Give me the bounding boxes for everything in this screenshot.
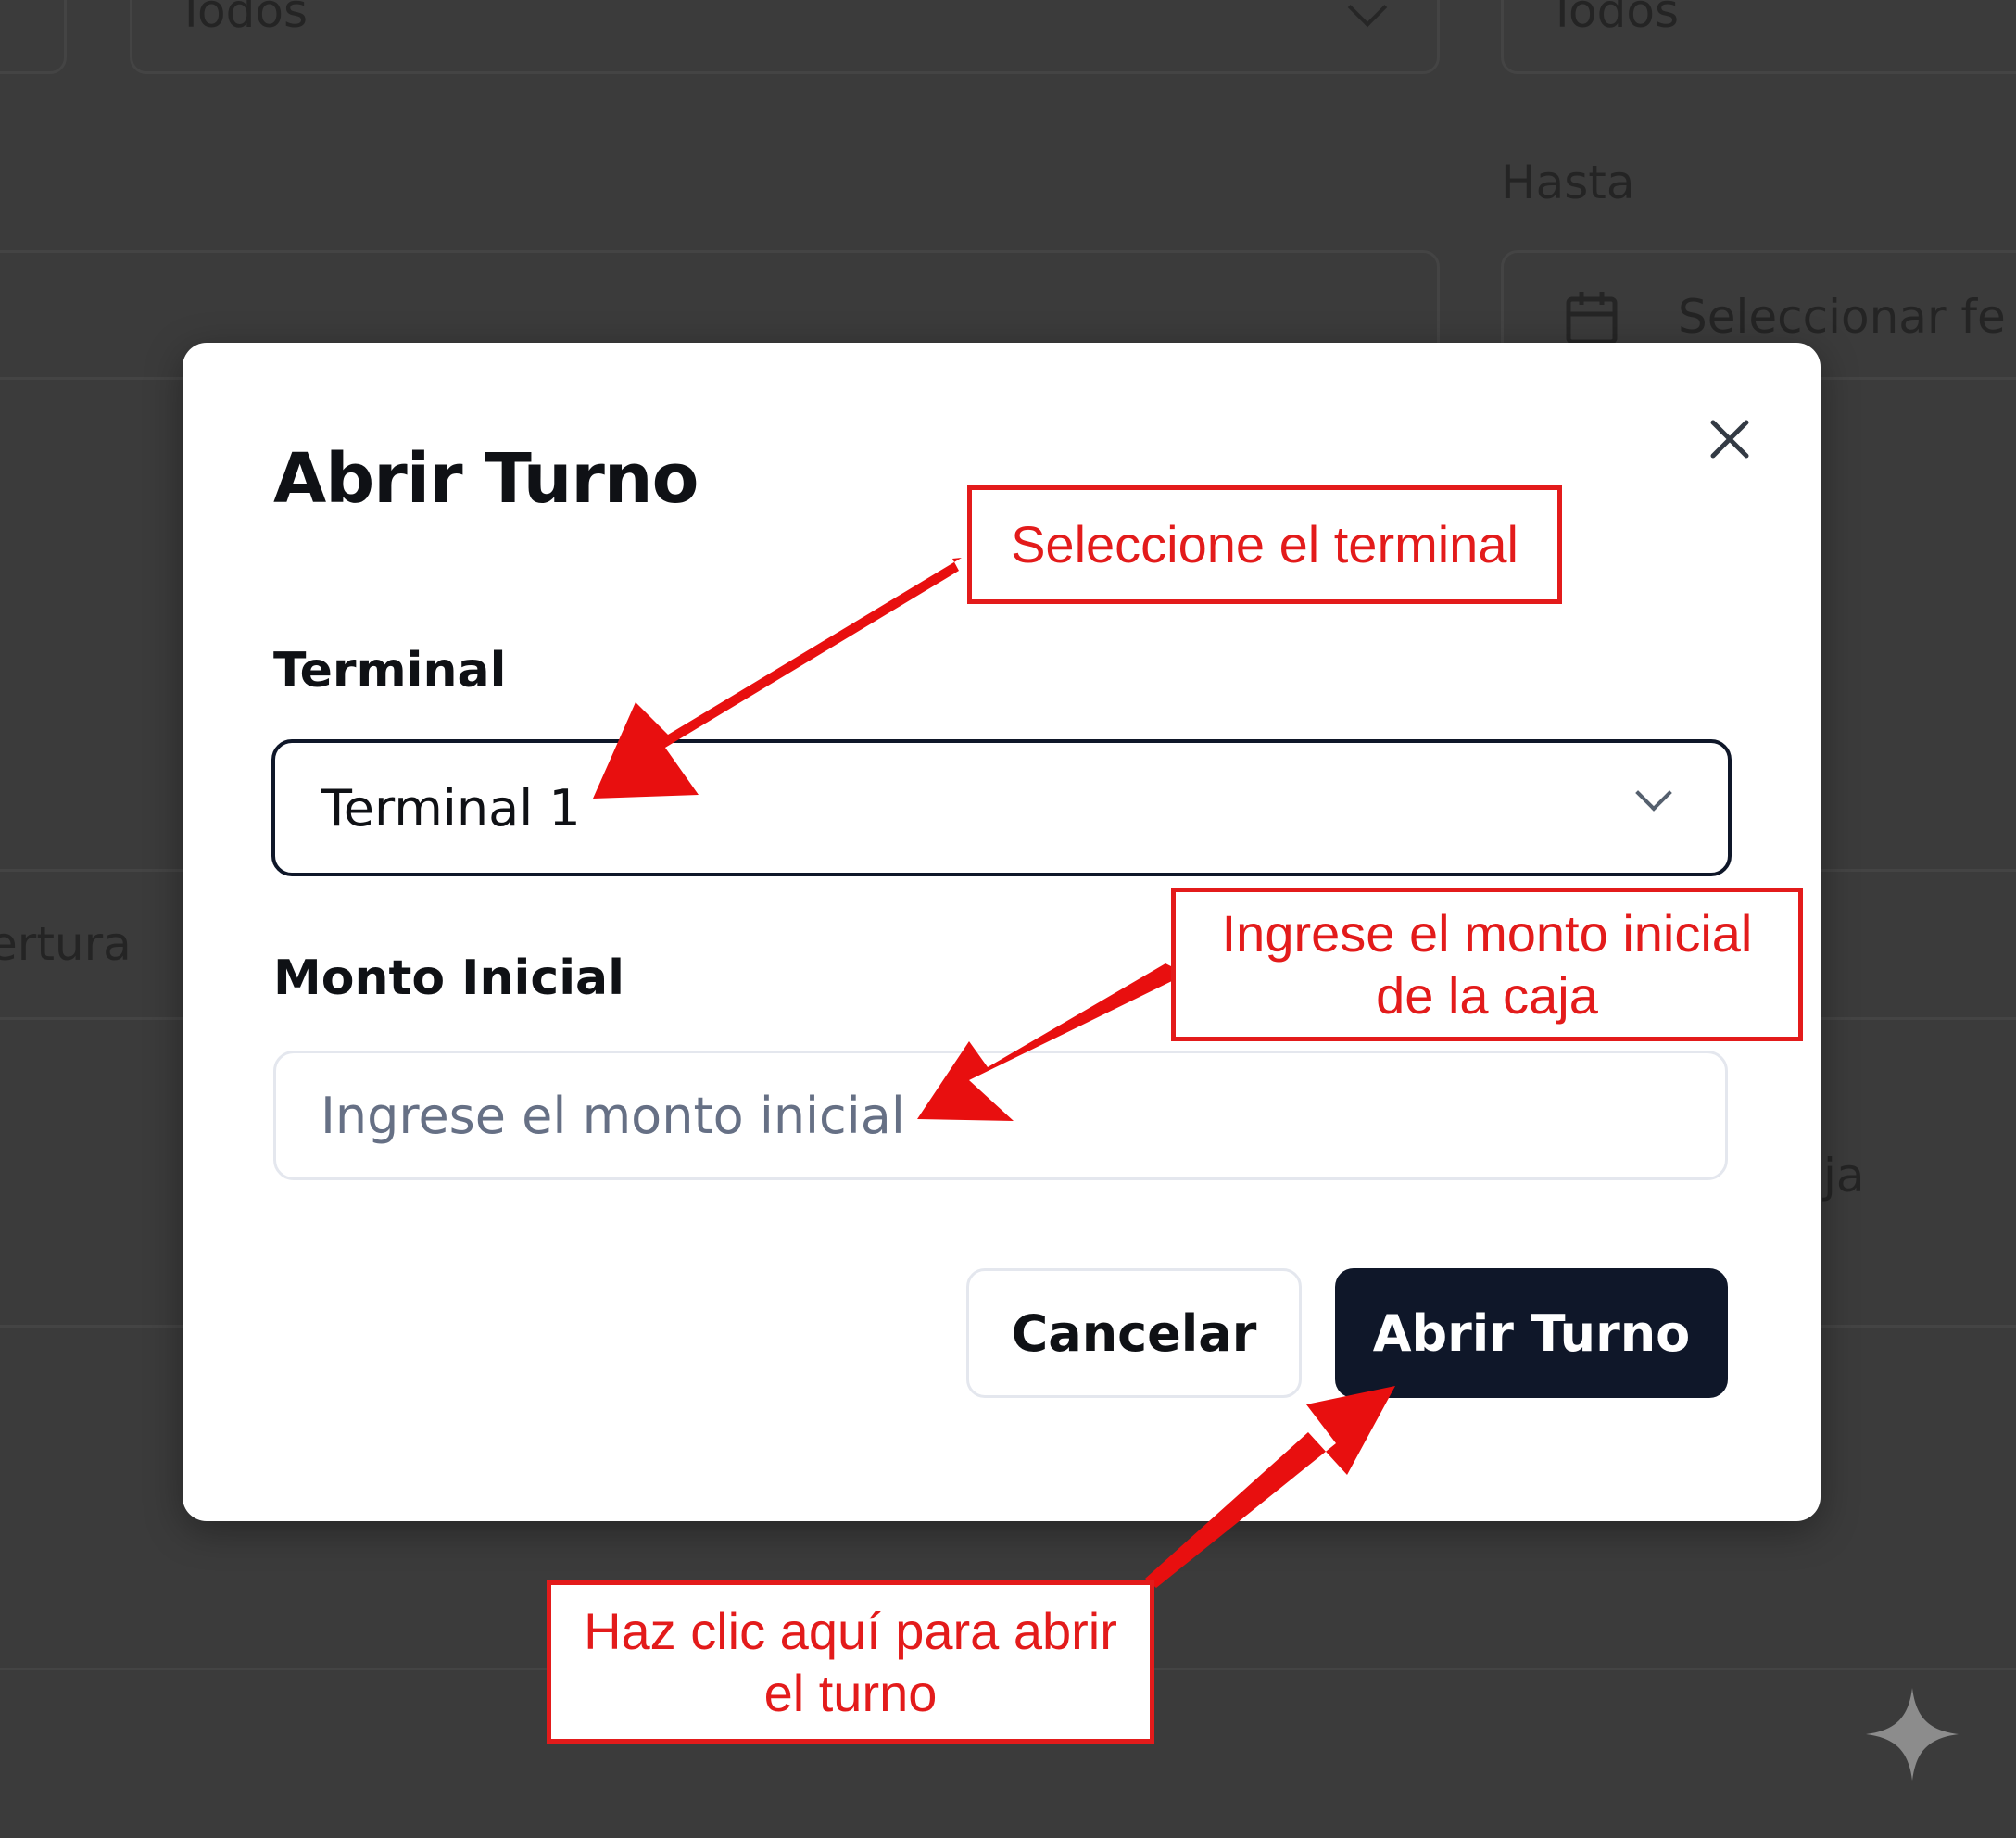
arrow-to-amount-input — [917, 963, 1178, 1121]
arrow-to-open-button — [1145, 1386, 1395, 1588]
sparkle-icon — [1866, 1688, 1959, 1781]
submit-callout: Haz clic aquí para abrir el turno — [547, 1580, 1154, 1744]
callout-text: de la caja — [1376, 966, 1598, 1025]
amount-callout: Ingrese el monto inicial de la caja — [1171, 888, 1803, 1041]
callout-text: Haz clic aquí para abrir — [584, 1601, 1117, 1660]
callout-text: el turno — [763, 1664, 938, 1722]
callout-text: Ingrese el monto inicial — [1221, 903, 1753, 963]
callout-text: Seleccione el terminal — [1011, 515, 1518, 574]
arrow-to-terminal-select — [593, 558, 962, 799]
terminal-callout: Seleccione el terminal — [967, 485, 1562, 604]
